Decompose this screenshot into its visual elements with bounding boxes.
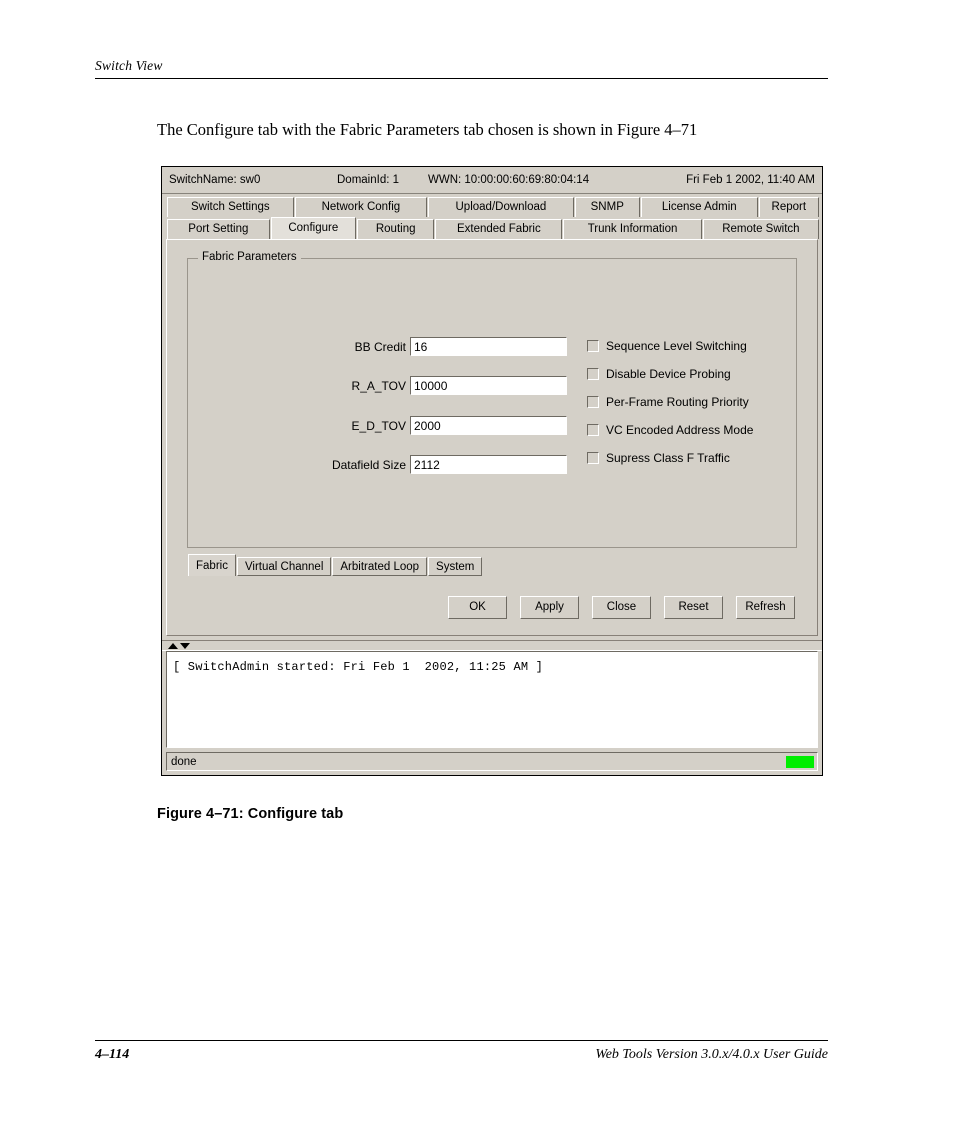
checkbox-row-vc-encoded-address-mode[interactable]: VC Encoded Address Mode [587,423,753,437]
checkbox-supress-class-f-traffic[interactable] [587,452,599,464]
tab-label: Report [771,201,807,213]
tab-label: Configure [288,222,339,234]
tab-remote-switch[interactable]: Remote Switch [702,219,819,239]
label-r-a-tov: R_A_TOV [351,378,406,393]
page-footer: 4–114 Web Tools Version 3.0.x/4.0.x User… [95,1040,828,1063]
tab-label: Routing [375,223,416,235]
tab-label: Network Config [321,201,401,213]
field-row-e-d-tov: E_D_TOV [260,416,567,435]
checkbox-row-per-frame-routing-priority[interactable]: Per-Frame Routing Priority [587,395,749,409]
tab-label: Remote Switch [722,223,800,235]
status-led-indicator [786,755,814,768]
tab-label: SNMP [590,201,624,213]
tab-row-bottom: Port Setting Configure Routing Extended Fab… [164,217,820,239]
tab-label: Upload/Download [455,201,547,213]
checkbox-vc-encoded-address-mode[interactable] [587,424,599,436]
configure-tab-panel: Fabric Parameters BB Credit R_A_TOV E_D_… [166,239,818,636]
console-line: [ SwitchAdmin started: Fri Feb 1 2002, 1… [173,660,544,674]
checkbox-row-disable-device-probing[interactable]: Disable Device Probing [587,367,731,381]
body-paragraph: The Configure tab with the Fabric Parame… [157,120,698,139]
tab-routing[interactable]: Routing [356,219,435,239]
checkbox-label-supress-class-f-traffic: Supress Class F Traffic [606,451,730,465]
page-running-header: Switch View [95,58,828,79]
wwn-label: WWN: 10:00:00:60:69:80:04:14 [428,174,590,186]
subtab-label: System [436,561,475,573]
checkbox-label-sequence-level-switching: Sequence Level Switching [606,339,747,353]
tab-trunk-information[interactable]: Trunk Information [563,219,702,239]
main-tab-strip: Switch Settings Network Config Upload/Down… [162,196,822,239]
field-row-bb-credit: BB Credit [260,337,567,356]
figure-caption: Figure 4–71: Configure tab [157,806,344,822]
checkbox-label-vc-encoded-address-mode: VC Encoded Address Mode [606,423,754,437]
checkbox-per-frame-routing-priority[interactable] [587,396,599,408]
input-r-a-tov[interactable] [410,376,567,395]
tab-snmp[interactable]: SNMP [574,197,640,217]
tab-port-setting[interactable]: Port Setting [167,219,270,239]
tab-network-config[interactable]: Network Config [294,197,428,217]
apply-button[interactable]: Apply [520,596,579,619]
tab-extended-fabric[interactable]: Extended Fabric [435,219,563,239]
split-pane-divider[interactable] [162,640,822,651]
console-output-area[interactable]: [ SwitchAdmin started: Fri Feb 1 2002, 1… [166,651,818,748]
running-header-title: Switch View [95,58,163,73]
checkbox-row-sequence-level-switching[interactable]: Sequence Level Switching [587,339,747,353]
footer-page-number: 4–114 [95,1047,130,1062]
label-datafield-size: Datafield Size [331,457,406,472]
split-down-arrow-icon[interactable] [180,643,190,649]
input-e-d-tov[interactable] [410,416,567,435]
switch-info-bar: SwitchName: sw0 DomainId: 1 WWN: 10:00:0… [162,167,822,194]
datetime-label: Fri Feb 1 2002, 11:40 AM [686,174,815,186]
subtab-arbitrated-loop[interactable]: Arbitrated Loop [332,557,428,576]
checkbox-label-disable-device-probing: Disable Device Probing [606,367,731,381]
ok-button[interactable]: OK [448,596,507,619]
tab-label: Extended Fabric [456,223,541,235]
tab-report[interactable]: Report [758,197,819,217]
subtab-virtual-channel[interactable]: Virtual Channel [236,557,332,576]
close-button[interactable]: Close [592,596,651,619]
status-bar: done [166,752,818,771]
checkbox-row-supress-class-f-traffic[interactable]: Supress Class F Traffic [587,451,730,465]
tab-configure[interactable]: Configure [270,217,356,239]
dialog-button-row: OK Apply Close Reset Refresh [175,596,795,619]
split-up-arrow-icon[interactable] [168,643,178,649]
tab-label: Switch Settings [191,201,270,213]
subtab-label: Fabric [196,560,228,572]
tab-switch-settings[interactable]: Switch Settings [167,197,294,217]
tab-row-top: Switch Settings Network Config Upload/Down… [164,196,820,217]
tab-label: License Admin [661,201,737,213]
tab-upload-download[interactable]: Upload/Download [428,197,574,217]
switch-admin-window: SwitchName: sw0 DomainId: 1 WWN: 10:00:0… [161,166,823,776]
checkbox-sequence-level-switching[interactable] [587,340,599,352]
configure-subtab-row: Fabric Virtual Channel Arbitrated Loop Syst… [188,554,809,576]
label-e-d-tov: E_D_TOV [351,418,406,433]
subtab-system[interactable]: System [428,557,483,576]
switch-name-label: SwitchName: sw0 [169,174,261,186]
footer-guide-title: Web Tools Version 3.0.x/4.0.x User Guide [595,1047,828,1062]
footer-row: 4–114 Web Tools Version 3.0.x/4.0.x User… [95,1041,828,1063]
label-bb-credit: BB Credit [354,339,406,354]
tab-label: Trunk Information [587,223,678,235]
subtab-label: Arbitrated Loop [340,561,420,573]
status-text: done [171,755,197,768]
header-divider [95,78,828,79]
tab-license-admin[interactable]: License Admin [640,197,758,217]
fabric-parameters-form: BB Credit R_A_TOV E_D_TOV Datafield Size [188,259,796,547]
input-bb-credit[interactable] [410,337,567,356]
checkbox-label-per-frame-routing-priority: Per-Frame Routing Priority [606,395,749,409]
refresh-button[interactable]: Refresh [736,596,795,619]
input-datafield-size[interactable] [410,455,567,474]
subtab-label: Virtual Channel [244,561,324,573]
checkbox-disable-device-probing[interactable] [587,368,599,380]
domain-id-label: DomainId: 1 [337,174,400,186]
field-row-r-a-tov: R_A_TOV [260,376,567,395]
subtab-fabric[interactable]: Fabric [188,554,236,576]
fabric-parameters-group: Fabric Parameters BB Credit R_A_TOV E_D_… [187,251,797,548]
field-row-datafield-size: Datafield Size [260,455,567,474]
tab-label: Port Setting [188,223,249,235]
reset-button[interactable]: Reset [664,596,723,619]
